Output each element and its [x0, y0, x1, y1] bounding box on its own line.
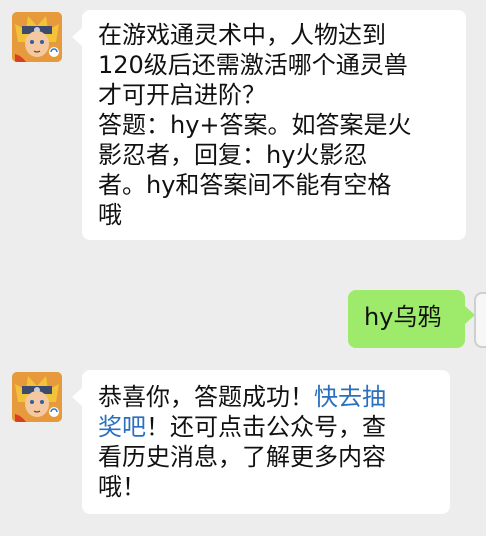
message-line: 哦！: [98, 473, 146, 501]
congrats-text: 恭喜你，答题成功！: [98, 383, 314, 411]
message-line: 影忍者，回复：hy火影忍: [98, 141, 368, 169]
message-bubble-question: 在游戏通灵术中，人物达到 120级后还需激活哪个通灵兽 才可开启进阶？ 答题：h…: [72, 10, 466, 240]
message-line: 答题：hy+答案。如答案是火: [98, 111, 412, 139]
official-account-avatar[interactable]: [12, 372, 62, 422]
message-line: 者。hy和答案间不能有空格: [98, 171, 392, 199]
message-line: 才可开启进阶？: [98, 81, 266, 109]
chat-window: 在游戏通灵术中，人物达到 120级后还需激活哪个通灵兽 才可开启进阶？ 答题：h…: [0, 0, 486, 536]
message-line: 哦: [98, 201, 122, 229]
message-line: 奖吧！还可点击公众号，查: [98, 412, 434, 442]
message-bubble-congrats: 恭喜你，答题成功！快去抽 奖吧！还可点击公众号，查 看历史消息，了解更多内容 哦…: [72, 370, 450, 514]
message-line: 看历史消息，了解更多内容: [98, 443, 386, 471]
message-bubble-reply: hy乌鸦: [348, 290, 475, 348]
message-line: 120级后还需激活哪个通灵兽: [98, 51, 408, 79]
user-avatar-edge[interactable]: [474, 292, 486, 348]
lottery-link[interactable]: 快去抽: [314, 383, 386, 411]
message-line: 恭喜你，答题成功！快去抽: [98, 382, 434, 412]
hint-text: ！还可点击公众号，查: [146, 413, 386, 441]
lottery-link[interactable]: 奖吧: [98, 413, 146, 441]
official-account-avatar[interactable]: [12, 12, 62, 62]
ninja-avatar-icon: [12, 372, 62, 422]
ninja-avatar-icon: [12, 12, 62, 62]
reply-text: hy乌鸦: [364, 303, 442, 331]
message-line: 在游戏通灵术中，人物达到: [98, 21, 386, 49]
